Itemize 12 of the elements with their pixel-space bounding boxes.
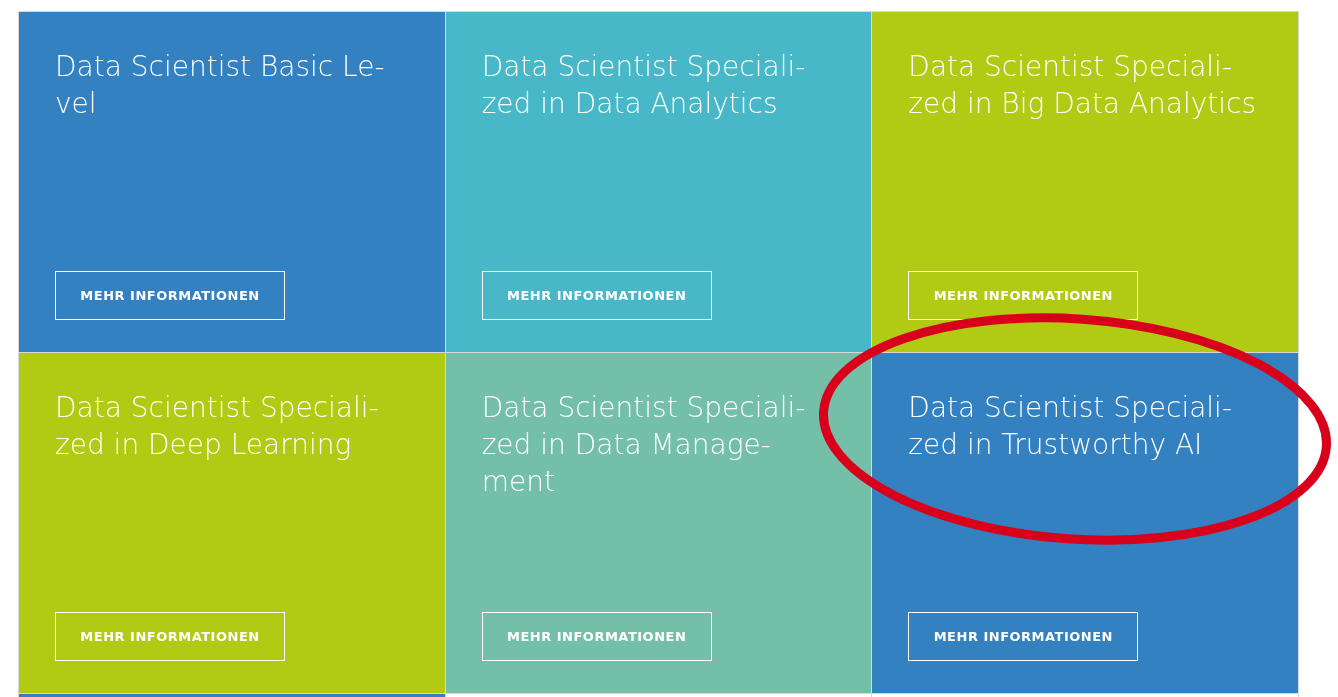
course-title: Data Scientist Speciali- zed in Data Manage- ment xyxy=(481,390,807,500)
more-info-button[interactable]: MEHR INFORMATIONEN xyxy=(55,271,285,320)
course-title: Data Scientist Speciali- zed in Big Data Analytics xyxy=(908,49,1258,122)
more-info-button[interactable]: MEHR INFORMATIONEN xyxy=(55,612,285,661)
more-info-button[interactable]: MEHR INFORMATIONEN xyxy=(481,612,712,661)
course-title: Data Scientist Speciali- zed in Trustworthy AI xyxy=(908,390,1233,463)
course-title: Data Scientist Speciali- zed in Data Analytics xyxy=(481,49,807,122)
more-info-button[interactable]: MEHR INFORMATIONEN xyxy=(908,612,1139,661)
more-info-button[interactable]: MEHR INFORMATIONEN xyxy=(481,271,712,320)
course-title: Data Scientist Speciali- zed in Deep Learning xyxy=(55,390,380,463)
more-info-button[interactable]: MEHR INFORMATIONEN xyxy=(908,271,1139,320)
course-title: Data Scientist Basic Le- vel xyxy=(55,49,386,122)
